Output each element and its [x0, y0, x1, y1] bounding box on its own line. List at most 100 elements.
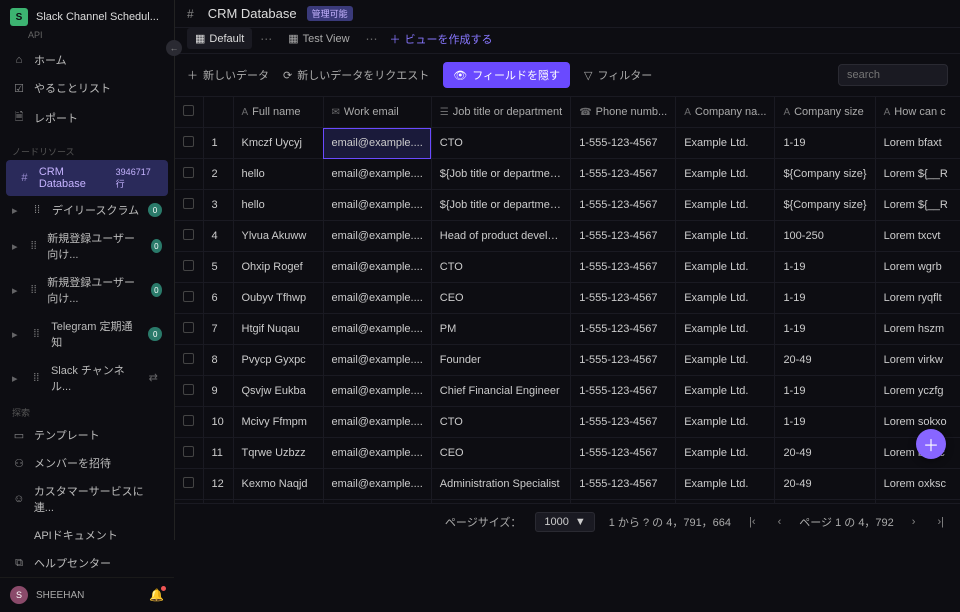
cell-size[interactable]: ${Company size}	[775, 159, 875, 190]
cell-size[interactable]: 1-19	[775, 407, 875, 438]
folder-item[interactable]: ▸⁞⁞Telegram 定期通知0	[0, 312, 174, 356]
cell-phone[interactable]: 1-555-123-4567	[571, 159, 676, 190]
cell-job[interactable]: CEO	[431, 283, 570, 314]
cell-email[interactable]: email@example....	[323, 500, 431, 504]
column-header[interactable]: AFull name	[233, 97, 323, 128]
view-tab[interactable]: ▦Default	[187, 28, 252, 49]
row-checkbox[interactable]	[183, 136, 194, 147]
cell-name[interactable]: Mcivy Ffmpm	[233, 407, 323, 438]
cell-size[interactable]: 1-19	[775, 252, 875, 283]
page-size-select[interactable]: 1000 ▼	[535, 512, 594, 532]
cell-company[interactable]: Example Ltd.	[676, 438, 775, 469]
sidebar-item-crm-database[interactable]: # CRM Database 3946717行	[6, 160, 168, 196]
cell-email[interactable]: email@example....	[323, 469, 431, 500]
cell-how[interactable]: Lorem sokxo	[875, 407, 960, 438]
cell-name[interactable]: Oubyv Tfhwp	[233, 283, 323, 314]
cell-job[interactable]: Administration Specialist	[431, 469, 570, 500]
add-view-button[interactable]: ＋ ビューを作成する	[390, 31, 493, 47]
explore-item[interactable]: ⧉ヘルプセンター	[0, 549, 174, 577]
row-checkbox[interactable]	[183, 229, 194, 240]
cell-job[interactable]: ${Job title or department}	[431, 159, 570, 190]
row-checkbox[interactable]	[183, 384, 194, 395]
fab-button[interactable]: ＋	[916, 429, 946, 459]
cell-phone[interactable]: 1-555-123-4567	[571, 345, 676, 376]
filter-button[interactable]: ▽ フィルター	[584, 67, 652, 83]
row-checkbox[interactable]	[183, 291, 194, 302]
request-data-button[interactable]: ⟳ 新しいデータをリクエスト	[283, 67, 429, 83]
cell-company[interactable]: Example Ltd.	[676, 407, 775, 438]
select-all-header[interactable]	[175, 97, 203, 128]
cell-email[interactable]: email@example....	[323, 159, 431, 190]
cell-phone[interactable]: 1-555-123-4567	[571, 314, 676, 345]
cell-name[interactable]: Lexkk Uebpl	[233, 500, 323, 504]
cell-company[interactable]: Example Ltd.	[676, 128, 775, 159]
cell-phone[interactable]: 1-555-123-4567	[571, 469, 676, 500]
cell-name[interactable]: Htgif Nuqau	[233, 314, 323, 345]
cell-company[interactable]: Example Ltd.	[676, 345, 775, 376]
cell-company[interactable]: Example Ltd.	[676, 376, 775, 407]
table-row[interactable]: 9 Qsvjw Eukba email@example.... Chief Fi…	[175, 376, 960, 407]
cell-phone[interactable]: 1-555-123-4567	[571, 407, 676, 438]
cell-size[interactable]: 1-19	[775, 314, 875, 345]
cell-company[interactable]: Example Ltd.	[676, 469, 775, 500]
column-header[interactable]: AHow can c	[875, 97, 960, 128]
cell-name[interactable]: Tqrwe Uzbzz	[233, 438, 323, 469]
cell-phone[interactable]: 1-555-123-4567	[571, 221, 676, 252]
next-page-button[interactable]: ›	[908, 514, 920, 530]
cell-email[interactable]: email@example....	[323, 190, 431, 221]
column-header[interactable]: ☎Phone numb...	[571, 97, 676, 128]
cell-how[interactable]: Lorem vgzyc	[875, 500, 960, 504]
explore-item[interactable]: ⚇メンバーを招待	[0, 449, 174, 477]
table-row[interactable]: 8 Pvycp Gyxpc email@example.... Founder …	[175, 345, 960, 376]
cell-name[interactable]: Kexmo Naqjd	[233, 469, 323, 500]
cell-how[interactable]: Lorem ${__R	[875, 159, 960, 190]
cell-how[interactable]: Lorem yczfg	[875, 376, 960, 407]
cell-email[interactable]: email@example....	[323, 438, 431, 469]
tab-menu[interactable]: ⋯	[362, 32, 382, 46]
cell-size[interactable]: 1-19	[775, 376, 875, 407]
workspace-header[interactable]: S Slack Channel Schedul...	[0, 0, 174, 34]
cell-name[interactable]: Ohxip Rogef	[233, 252, 323, 283]
view-tab[interactable]: ▦Test View	[280, 28, 357, 49]
cell-size[interactable]: 100-250	[775, 221, 875, 252]
cell-email[interactable]: email@example....	[323, 252, 431, 283]
cell-job[interactable]: Founder	[431, 345, 570, 376]
cell-job[interactable]: CTO	[431, 252, 570, 283]
cell-how[interactable]: Lorem ryqflt	[875, 283, 960, 314]
table-row[interactable]: 6 Oubyv Tfhwp email@example.... CEO 1-55…	[175, 283, 960, 314]
cell-how[interactable]: Lorem bfaxt	[875, 128, 960, 159]
cell-email[interactable]: email@example....	[323, 283, 431, 314]
row-checkbox[interactable]	[183, 446, 194, 457]
column-header[interactable]: ✉Work email	[323, 97, 431, 128]
nav-item[interactable]: 🗎レポート	[0, 102, 174, 133]
cell-name[interactable]: hello	[233, 190, 323, 221]
cell-company[interactable]: Example Ltd.	[676, 314, 775, 345]
tab-menu[interactable]: ⋯	[256, 32, 276, 46]
cell-job[interactable]: Head of product development ...	[431, 221, 570, 252]
nav-item[interactable]: ⌂ホーム	[0, 46, 174, 74]
cell-name[interactable]: hello	[233, 159, 323, 190]
prev-page-button[interactable]: ‹	[774, 514, 786, 530]
cell-how[interactable]: Lorem oxksc	[875, 469, 960, 500]
cell-phone[interactable]: 1-555-123-4567	[571, 283, 676, 314]
folder-item[interactable]: ▸⁞⁞新規登録ユーザー向け...0	[0, 268, 174, 312]
cell-size[interactable]: ${Company size}	[775, 190, 875, 221]
cell-size[interactable]: 1-19	[775, 128, 875, 159]
cell-phone[interactable]: 1-555-123-4567	[571, 376, 676, 407]
table-row[interactable]: 10 Mcivy Ffmpm email@example.... CTO 1-5…	[175, 407, 960, 438]
table-row[interactable]: 7 Htgif Nuqau email@example.... PM 1-555…	[175, 314, 960, 345]
row-checkbox[interactable]	[183, 353, 194, 364]
cell-phone[interactable]: 1-555-123-4567	[571, 500, 676, 504]
collapse-sidebar-button[interactable]: ←	[166, 40, 182, 56]
row-checkbox[interactable]	[183, 167, 194, 178]
cell-email[interactable]: email@example....	[323, 376, 431, 407]
table-row[interactable]: 2 hello email@example.... ${Job title or…	[175, 159, 960, 190]
cell-size[interactable]: 1-19	[775, 500, 875, 504]
cell-job[interactable]: ${Job title or department}	[431, 190, 570, 221]
folder-item[interactable]: ▸⁞⁞Slack チャンネル...⇄	[0, 356, 174, 400]
cell-how[interactable]: Lorem ${__R	[875, 190, 960, 221]
table-row[interactable]: 3 hello email@example.... ${Job title or…	[175, 190, 960, 221]
row-checkbox[interactable]	[183, 260, 194, 271]
nav-item[interactable]: ☑やることリスト	[0, 74, 174, 102]
explore-item[interactable]: ☺カスタマーサービスに連...	[0, 477, 174, 521]
